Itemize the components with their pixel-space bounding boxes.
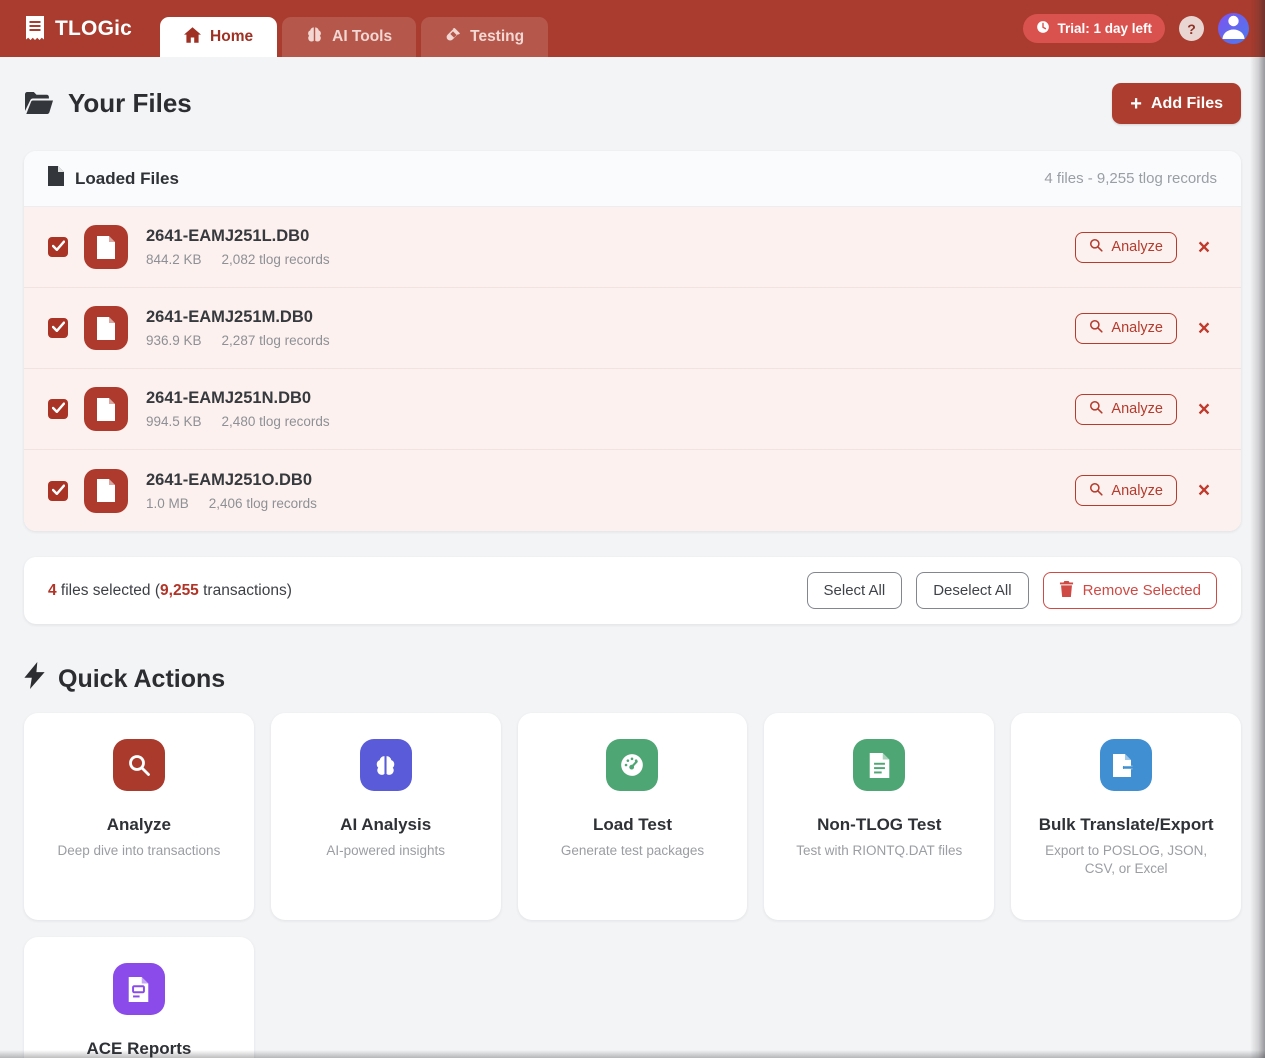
tab-ai-tools[interactable]: AI Tools bbox=[282, 17, 416, 57]
receipt-icon bbox=[24, 16, 46, 42]
selected-count: 4 bbox=[48, 582, 57, 599]
loaded-files-title: Loaded Files bbox=[75, 169, 179, 189]
file-row: 2641-EAMJ251N.DB0 994.5 KB 2,480 tlog re… bbox=[24, 369, 1241, 450]
file-name: 2641-EAMJ251M.DB0 bbox=[146, 308, 330, 327]
deselect-all-button[interactable]: Deselect All bbox=[916, 572, 1028, 609]
file-type-icon bbox=[84, 387, 128, 431]
test-tube-icon bbox=[445, 27, 461, 48]
app-logo: TLOGic bbox=[14, 16, 142, 42]
check-icon bbox=[52, 319, 65, 337]
remove-file-button[interactable]: × bbox=[1191, 396, 1217, 422]
tab-testing[interactable]: Testing bbox=[421, 17, 548, 57]
file-size: 936.9 KB bbox=[146, 333, 202, 348]
file-type-icon bbox=[84, 469, 128, 513]
app-title: TLOGic bbox=[55, 17, 132, 41]
remove-selected-button[interactable]: Remove Selected bbox=[1043, 572, 1217, 609]
question-icon: ? bbox=[1187, 21, 1196, 37]
check-icon bbox=[52, 400, 65, 418]
file-records: 2,480 tlog records bbox=[222, 414, 330, 429]
header-right: Trial: 1 day left ? bbox=[1023, 13, 1249, 44]
search-icon bbox=[113, 739, 165, 791]
file-checkbox[interactable] bbox=[48, 318, 68, 338]
check-icon bbox=[52, 238, 65, 256]
home-icon bbox=[184, 27, 201, 48]
close-icon: × bbox=[1198, 479, 1210, 502]
search-icon bbox=[1089, 400, 1103, 418]
add-files-button[interactable]: + Add Files bbox=[1112, 83, 1241, 124]
main-nav: Home AI Tools Testing bbox=[160, 17, 548, 57]
plus-icon: + bbox=[1130, 94, 1142, 114]
file-type-icon bbox=[84, 306, 128, 350]
brain-icon bbox=[360, 739, 412, 791]
quick-action-non-tlog-test[interactable]: Non-TLOG Test Test with RIONTQ.DAT files bbox=[764, 713, 994, 920]
file-lines-icon bbox=[853, 739, 905, 791]
remove-file-button[interactable]: × bbox=[1191, 478, 1217, 504]
loaded-files-card: Loaded Files 4 files - 9,255 tlog record… bbox=[24, 151, 1241, 531]
transaction-count: 9,255 bbox=[160, 582, 199, 599]
search-icon bbox=[1089, 319, 1103, 337]
app-header: TLOGic Home AI Tools bbox=[0, 0, 1265, 57]
gauge-icon bbox=[606, 739, 658, 791]
remove-file-button[interactable]: × bbox=[1191, 234, 1217, 260]
help-button[interactable]: ? bbox=[1179, 16, 1204, 41]
loaded-files-summary: 4 files - 9,255 tlog records bbox=[1044, 170, 1217, 187]
quick-action-ai-analysis[interactable]: AI Analysis AI-powered insights bbox=[271, 713, 501, 920]
report-icon bbox=[113, 963, 165, 1015]
file-checkbox[interactable] bbox=[48, 399, 68, 419]
file-row: 2641-EAMJ251O.DB0 1.0 MB 2,406 tlog reco… bbox=[24, 450, 1241, 531]
quick-actions-title: Quick Actions bbox=[24, 662, 1241, 696]
file-checkbox[interactable] bbox=[48, 237, 68, 257]
file-records: 2,287 tlog records bbox=[222, 333, 330, 348]
trial-badge-text: Trial: 1 day left bbox=[1057, 21, 1152, 36]
file-name: 2641-EAMJ251O.DB0 bbox=[146, 471, 317, 490]
file-export-icon bbox=[1100, 739, 1152, 791]
close-icon: × bbox=[1198, 398, 1210, 421]
trash-icon bbox=[1059, 581, 1074, 601]
folder-open-icon bbox=[24, 91, 54, 116]
file-type-icon bbox=[84, 225, 128, 269]
select-all-button[interactable]: Select All bbox=[807, 572, 903, 609]
file-records: 2,406 tlog records bbox=[209, 496, 317, 511]
analyze-button[interactable]: Analyze bbox=[1075, 232, 1177, 263]
page-title: Your Files bbox=[24, 88, 192, 119]
close-icon: × bbox=[1198, 236, 1210, 259]
clock-icon bbox=[1036, 20, 1050, 37]
file-checkbox[interactable] bbox=[48, 481, 68, 501]
close-icon: × bbox=[1198, 317, 1210, 340]
user-icon bbox=[1218, 13, 1249, 44]
analyze-button[interactable]: Analyze bbox=[1075, 394, 1177, 425]
quick-action-load-test[interactable]: Load Test Generate test packages bbox=[518, 713, 748, 920]
remove-file-button[interactable]: × bbox=[1191, 315, 1217, 341]
quick-action-analyze[interactable]: Analyze Deep dive into transactions bbox=[24, 713, 254, 920]
quick-actions-grid: Analyze Deep dive into transactions AI A… bbox=[24, 713, 1241, 1058]
loaded-files-header: Loaded Files 4 files - 9,255 tlog record… bbox=[24, 151, 1241, 207]
analyze-button[interactable]: Analyze bbox=[1075, 313, 1177, 344]
analyze-button[interactable]: Analyze bbox=[1075, 475, 1177, 506]
tab-home[interactable]: Home bbox=[160, 17, 277, 57]
file-records: 2,082 tlog records bbox=[222, 252, 330, 267]
selection-bar: 4 files selected (9,255 transactions) Se… bbox=[24, 557, 1241, 624]
file-size: 844.2 KB bbox=[146, 252, 202, 267]
file-name: 2641-EAMJ251N.DB0 bbox=[146, 389, 330, 408]
file-icon bbox=[48, 166, 64, 191]
search-icon bbox=[1089, 238, 1103, 256]
trial-badge: Trial: 1 day left bbox=[1023, 14, 1165, 43]
file-size: 994.5 KB bbox=[146, 414, 202, 429]
brain-icon bbox=[306, 26, 323, 48]
file-row: 2641-EAMJ251M.DB0 936.9 KB 2,287 tlog re… bbox=[24, 288, 1241, 369]
quick-action-bulk-translate-export[interactable]: Bulk Translate/Export Export to POSLOG, … bbox=[1011, 713, 1241, 920]
main-content: Your Files + Add Files Loaded Files 4 fi… bbox=[0, 57, 1265, 1058]
check-icon bbox=[52, 482, 65, 500]
search-icon bbox=[1089, 482, 1103, 500]
quick-action-ace-reports[interactable]: ACE Reports Generate POS system reports bbox=[24, 937, 254, 1058]
file-size: 1.0 MB bbox=[146, 496, 189, 511]
file-name: 2641-EAMJ251L.DB0 bbox=[146, 227, 330, 246]
bolt-icon bbox=[24, 662, 45, 696]
file-row: 2641-EAMJ251L.DB0 844.2 KB 2,082 tlog re… bbox=[24, 207, 1241, 288]
avatar[interactable] bbox=[1218, 13, 1249, 44]
selection-summary: 4 files selected (9,255 transactions) bbox=[48, 582, 292, 600]
